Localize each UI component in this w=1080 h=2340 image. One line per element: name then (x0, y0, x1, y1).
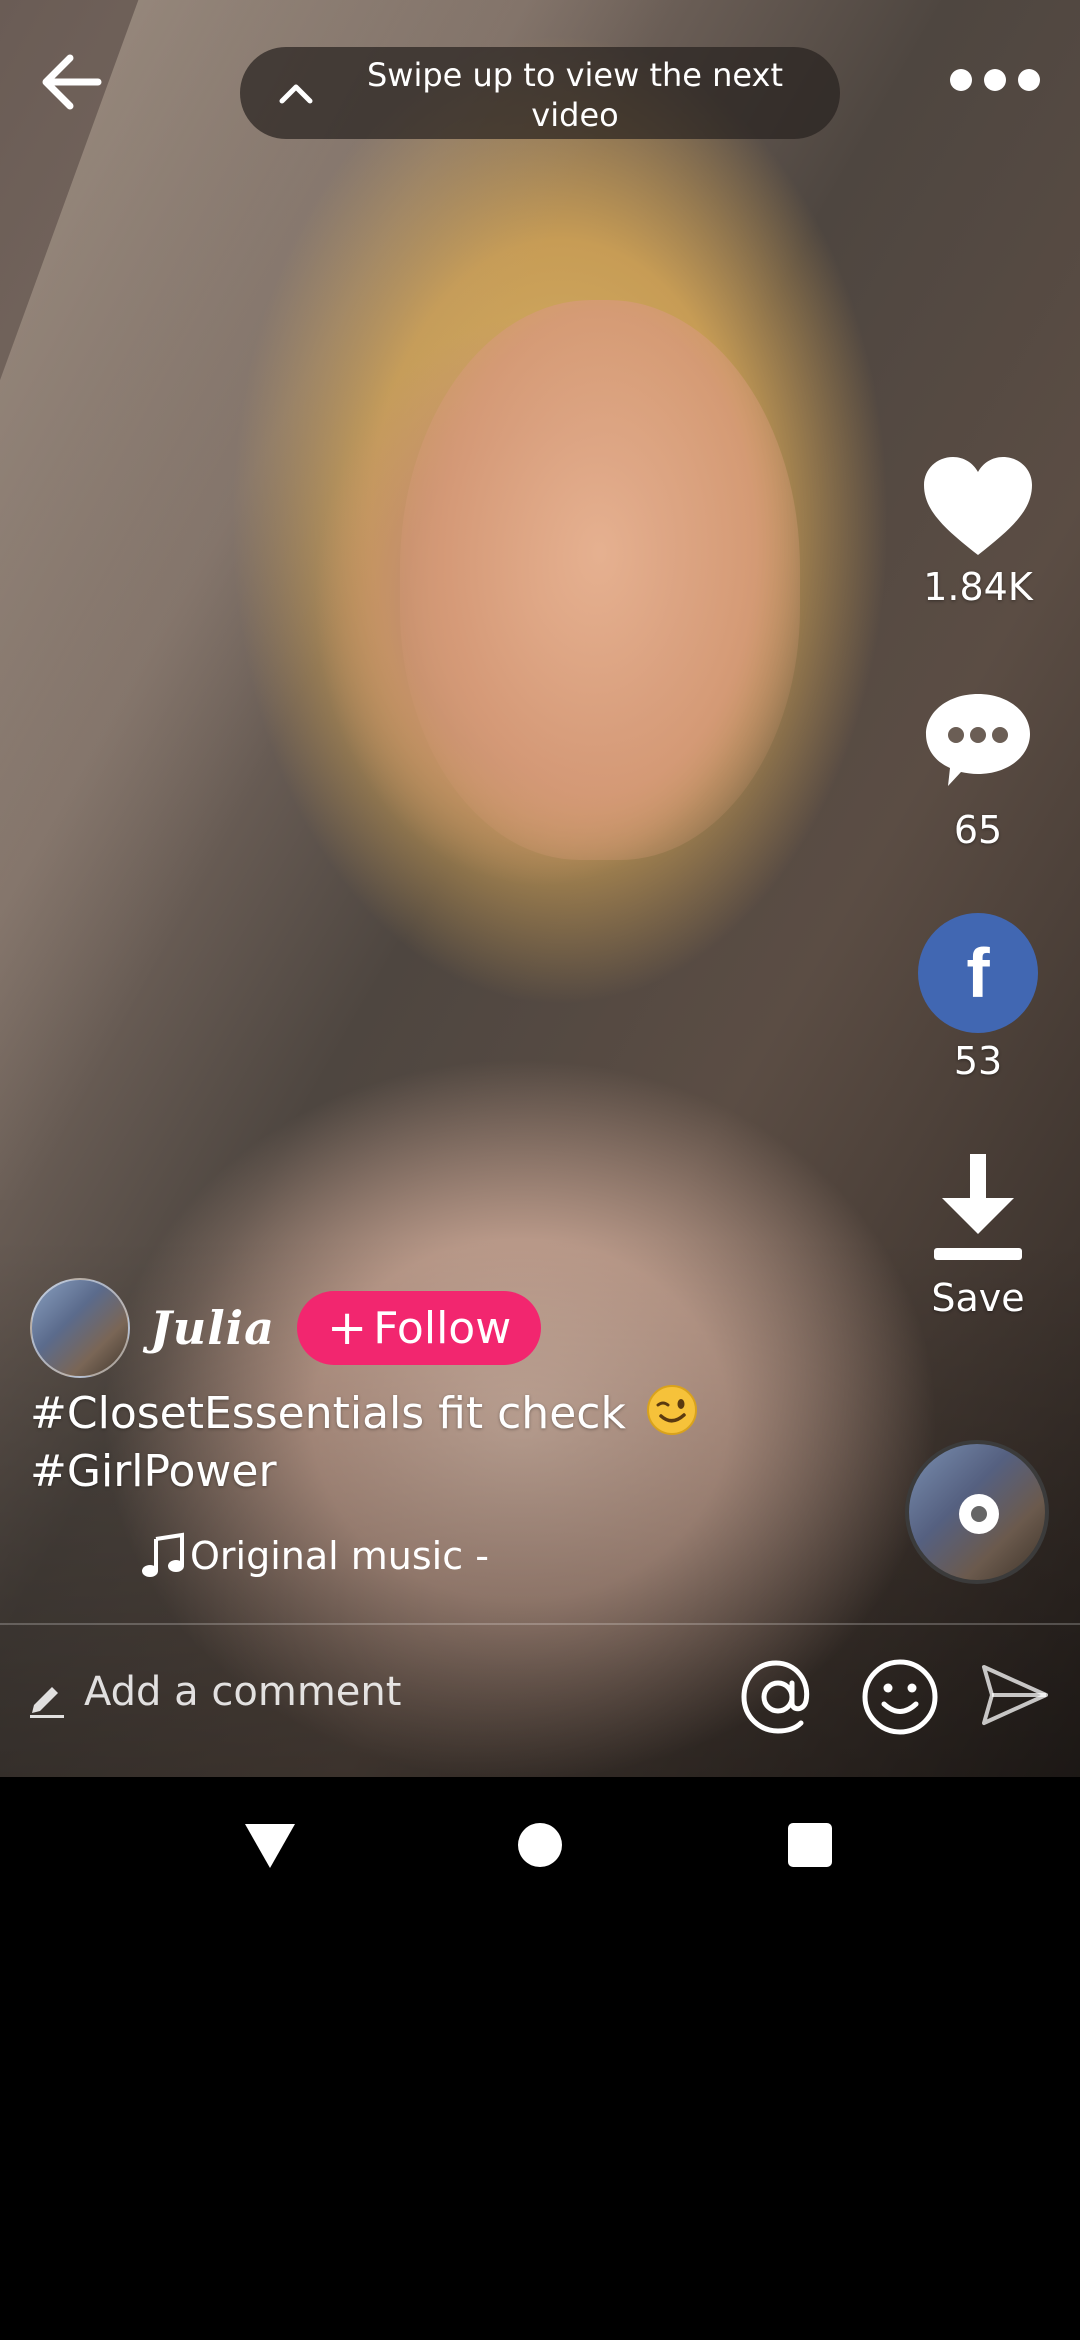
back-button[interactable] (36, 46, 108, 118)
caption-line-2[interactable]: #GirlPower (30, 1443, 830, 1501)
top-bar: Swipe up to view the next video (0, 0, 1080, 170)
send-icon[interactable] (978, 1659, 1050, 1731)
comment-input[interactable]: Add a comment (84, 1669, 401, 1715)
swipe-hint-text: Swipe up to view the next video (366, 56, 784, 134)
chevron-up-icon (279, 84, 313, 104)
author-row: Julia + Follow (30, 1278, 542, 1378)
music-title: Original music - (190, 1534, 489, 1578)
pencil-icon (30, 1687, 64, 1718)
download-icon (934, 1154, 1022, 1260)
swipe-hint-pill[interactable]: Swipe up to view the next video (240, 47, 840, 139)
video-caption: #ClosetEssentials fit check #GirlPower (30, 1384, 830, 1501)
music-disc[interactable] (905, 1440, 1049, 1584)
author-name[interactable]: Julia (150, 1301, 275, 1355)
like-count: 1.84K (923, 565, 1033, 609)
arrow-left-icon (42, 54, 102, 110)
facebook-share-count: 53 (953, 1039, 1003, 1083)
music-note-icon (142, 1532, 184, 1577)
caption-line-1[interactable]: #ClosetEssentials fit check (30, 1388, 626, 1439)
more-dots-icon (984, 69, 1006, 91)
at-sign-icon[interactable] (738, 1657, 818, 1737)
facebook-icon: f (918, 913, 1038, 1033)
follow-button[interactable]: + Follow (296, 1291, 542, 1365)
facebook-share-button[interactable]: f 53 (908, 913, 1048, 1083)
save-button[interactable]: Save (908, 1152, 1048, 1320)
comment-bar: Add a comment (0, 1625, 1080, 1777)
nav-back-icon[interactable] (243, 1822, 297, 1870)
comment-count: 65 (953, 808, 1003, 852)
comment-button[interactable]: 65 (908, 690, 1048, 852)
avatar[interactable] (30, 1278, 130, 1378)
video-frame-subject (400, 300, 800, 860)
follow-label: Follow (373, 1302, 512, 1354)
disc-center-icon (959, 1494, 999, 1534)
speech-bubble-icon (926, 694, 1030, 786)
more-dots-icon (1018, 69, 1040, 91)
smiley-icon[interactable] (860, 1657, 940, 1737)
more-options-button[interactable] (950, 60, 1040, 100)
like-button[interactable]: 1.84K (908, 455, 1048, 609)
plus-icon: + (326, 1300, 368, 1356)
save-label: Save (931, 1276, 1025, 1320)
wink-emoji-icon (646, 1385, 697, 1435)
nav-recent-apps-icon[interactable] (787, 1822, 833, 1868)
nav-home-icon[interactable] (517, 1822, 563, 1868)
system-nav-bar (0, 1777, 1080, 1917)
heart-icon (924, 457, 1032, 555)
music-info[interactable]: Original music - (138, 1530, 489, 1582)
more-dots-icon (950, 69, 972, 91)
